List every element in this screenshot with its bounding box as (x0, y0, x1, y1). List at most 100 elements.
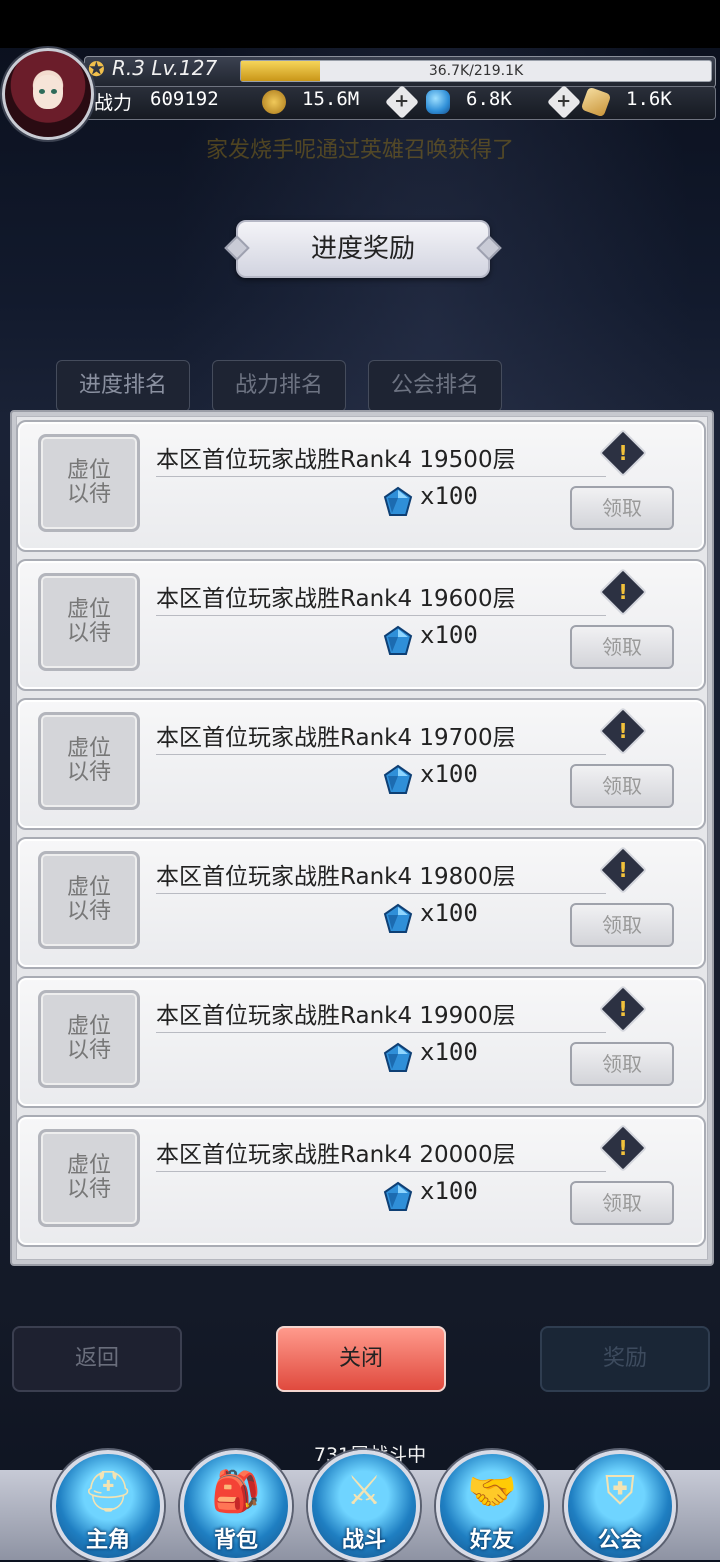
avatar-eye (51, 89, 57, 94)
claim-button[interactable]: 领取 (570, 1042, 674, 1086)
exclamation-icon: ! (618, 997, 628, 1021)
divider (156, 615, 606, 616)
announcement-marquee: 家发烧手呢通过英雄召唤获得了 (205, 138, 514, 163)
nav-bag-label: 背包 (213, 1528, 258, 1553)
gem-icon (383, 1181, 413, 1211)
tab-progress-rank[interactable]: 进度排名 (56, 360, 190, 412)
exclamation-icon: ! (618, 441, 628, 465)
placeholder-line: 虚位 (66, 1014, 111, 1039)
placeholder-line: 以待 (66, 899, 111, 924)
claim-button[interactable]: 领取 (570, 625, 674, 669)
back-button[interactable]: 返回 (12, 1326, 182, 1392)
rank-level: R.3 Lv.127 (112, 56, 218, 80)
gem-amount: 6.8K (466, 88, 512, 110)
info-icon[interactable]: ! (598, 706, 648, 756)
claim-button[interactable]: 领取 (570, 1181, 674, 1225)
player-hud: ✪ R.3 Lv.127 36.7K/219.1K 战力 609192 15.6… (0, 48, 720, 140)
claim-button[interactable]: 领取 (570, 903, 674, 947)
reward-card: 虚位 以待 本区首位玩家战胜Rank4 20000层 x100! 领取 (16, 1115, 706, 1247)
avatar-eye (39, 89, 45, 94)
tab-power-rank[interactable]: 战力排名 (212, 360, 346, 412)
handshake-icon: 🤝 (467, 1469, 517, 1515)
nav-bag[interactable]: 🎒 背包 (180, 1450, 292, 1562)
reward-card: 虚位 以待 本区首位玩家战胜Rank4 19800层 x100! 领取 (16, 837, 706, 969)
page-title: 进度奖励 (310, 234, 415, 264)
winner-placeholder: 虚位 以待 (38, 434, 140, 532)
gold-amount: 15.6M (302, 88, 360, 110)
gem-icon (383, 486, 413, 516)
gold-coin-icon (262, 90, 286, 114)
placeholder-line: 以待 (66, 1038, 111, 1063)
placeholder-line: 以待 (66, 1177, 111, 1202)
reward-title: 本区首位玩家战胜Rank4 19500层 (156, 447, 516, 473)
winner-placeholder: 虚位 以待 (38, 712, 140, 810)
avatar-face (33, 75, 63, 109)
exp-bar: 36.7K/219.1K (240, 60, 712, 82)
tab-guild-rank[interactable]: 公会排名 (368, 360, 502, 412)
info-icon[interactable]: ! (598, 984, 648, 1034)
placeholder-line: 以待 (66, 760, 111, 785)
info-icon[interactable]: ! (598, 845, 648, 895)
reward-card: 虚位 以待 本区首位玩家战胜Rank4 19700层 x100! 领取 (16, 698, 706, 830)
gem-icon (426, 90, 450, 114)
claim-button[interactable]: 领取 (570, 764, 674, 808)
placeholder-line: 虚位 (66, 458, 111, 483)
winner-placeholder: 虚位 以待 (38, 990, 140, 1088)
crossed-swords-icon: ⚔ (346, 1468, 382, 1514)
exclamation-icon: ! (618, 719, 628, 743)
close-button[interactable]: 关闭 (276, 1326, 446, 1392)
info-icon[interactable]: ! (598, 428, 648, 478)
placeholder-line: 虚位 (66, 875, 111, 900)
crystal-amount: 1.6K (626, 88, 672, 110)
reward-title: 本区首位玩家战胜Rank4 19600层 (156, 586, 516, 612)
nav-friends-label: 好友 (469, 1528, 514, 1553)
placeholder-line: 虚位 (66, 597, 111, 622)
reward-quantity: x100 (420, 482, 478, 510)
reward-title: 本区首位玩家战胜Rank4 19700层 (156, 725, 516, 751)
winner-placeholder: 虚位 以待 (38, 1129, 140, 1227)
nav-battle-label: 战斗 (341, 1528, 386, 1553)
divider (156, 1171, 606, 1172)
nav-friends[interactable]: 🤝 好友 (436, 1450, 548, 1562)
gem-icon (383, 764, 413, 794)
reward-title: 本区首位玩家战胜Rank4 19800层 (156, 864, 516, 890)
reward-quantity: x100 (420, 621, 478, 649)
winner-placeholder: 虚位 以待 (38, 851, 140, 949)
gem-icon (383, 903, 413, 933)
info-icon[interactable]: ! (598, 1123, 648, 1173)
placeholder-line: 以待 (66, 621, 111, 646)
exclamation-icon: ! (618, 580, 628, 604)
divider (156, 476, 606, 477)
placeholder-line: 虚位 (66, 1153, 111, 1178)
exclamation-icon: ! (618, 858, 628, 882)
placeholder-line: 虚位 (66, 736, 111, 761)
placeholder-line: 以待 (66, 482, 111, 507)
power-label: 战力 (94, 92, 133, 114)
divider (156, 754, 606, 755)
nav-guild[interactable]: ⛨ 公会 (564, 1450, 676, 1562)
nav-battle[interactable]: ⚔ 战斗 (308, 1450, 420, 1562)
plus-icon: + (394, 91, 410, 112)
nav-hero[interactable]: ⛑ 主角 (52, 1450, 164, 1562)
avatar[interactable] (2, 48, 94, 140)
backpack-icon: 🎒 (211, 1469, 261, 1515)
divider (156, 1032, 606, 1033)
reward-title: 本区首位玩家战胜Rank4 20000层 (156, 1142, 516, 1168)
reward-quantity: x100 (420, 899, 478, 927)
reward-card: 虚位 以待 本区首位玩家战胜Rank4 19900层 x100! 领取 (16, 976, 706, 1108)
reward-card: 虚位 以待 本区首位玩家战胜Rank4 19500层 x100! 领取 (16, 420, 706, 552)
nav-hero-label: 主角 (85, 1528, 130, 1553)
claim-button[interactable]: 领取 (570, 486, 674, 530)
reward-title: 本区首位玩家战胜Rank4 19900层 (156, 1003, 516, 1029)
gem-icon (383, 625, 413, 655)
guild-emblem-icon: ⛨ (605, 1468, 635, 1514)
status-bar-area (0, 0, 720, 48)
exp-text: 36.7K/219.1K (428, 63, 524, 79)
star-icon: ✪ (88, 57, 105, 81)
reward-button[interactable]: 奖励 (540, 1326, 710, 1392)
info-icon[interactable]: ! (598, 567, 648, 617)
reward-quantity: x100 (420, 760, 478, 788)
reward-card: 虚位 以待 本区首位玩家战胜Rank4 19600层 x100! 领取 (16, 559, 706, 691)
reward-quantity: x100 (420, 1177, 478, 1205)
title-plate: 进度奖励 (236, 220, 490, 278)
